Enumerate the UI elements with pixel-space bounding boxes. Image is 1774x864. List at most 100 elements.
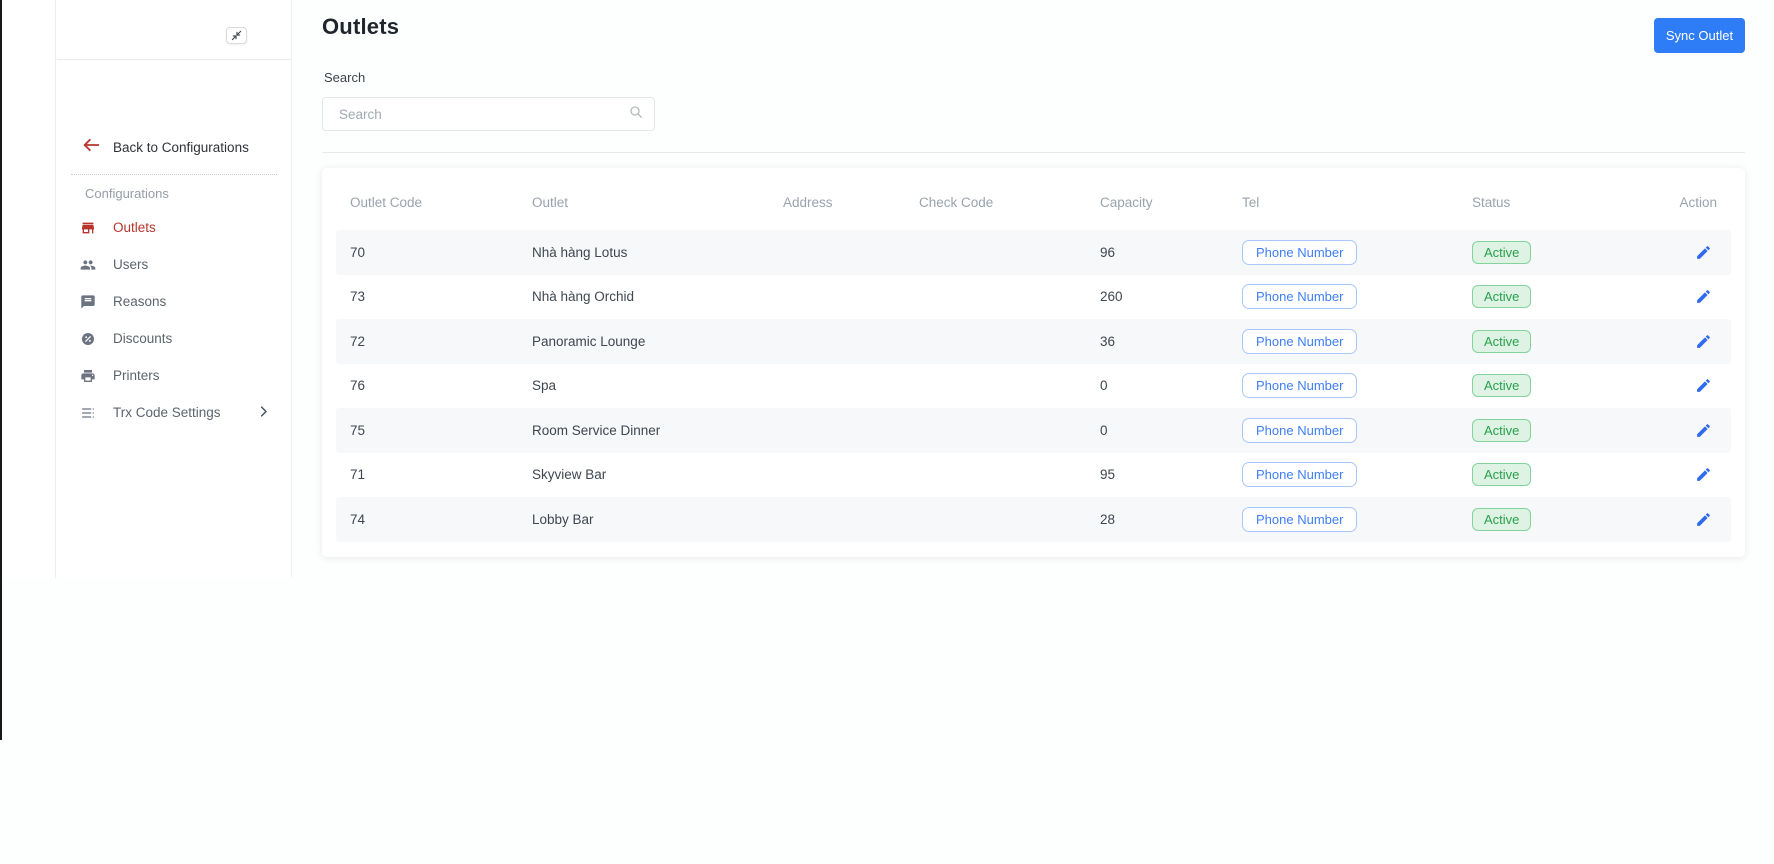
cell-outlet-code: 74 bbox=[336, 512, 518, 527]
cell-tel: Phone Number bbox=[1228, 507, 1458, 532]
sidebar-nav: Outlets Users Reasons Discounts bbox=[57, 209, 291, 431]
search-box bbox=[322, 97, 655, 131]
cell-tel: Phone Number bbox=[1228, 329, 1458, 354]
chevron-right-icon bbox=[256, 404, 271, 422]
cell-action bbox=[1661, 511, 1731, 528]
back-to-configurations-link[interactable]: Back to Configurations bbox=[57, 132, 291, 162]
pencil-icon bbox=[1695, 422, 1712, 439]
discount-icon bbox=[80, 331, 96, 347]
pencil-icon bbox=[1695, 244, 1712, 261]
pencil-icon bbox=[1695, 377, 1712, 394]
table-row: 70 Nhà hàng Lotus 96 Phone Number Active bbox=[336, 230, 1731, 275]
table-row: 74 Lobby Bar 28 Phone Number Active bbox=[336, 497, 1731, 542]
cell-status: Active bbox=[1458, 419, 1661, 442]
main-content: Outlets Sync Outlet Search Outlet Code O… bbox=[322, 0, 1745, 864]
edit-button[interactable] bbox=[1695, 333, 1712, 350]
phone-number-button[interactable]: Phone Number bbox=[1242, 462, 1357, 487]
table-row: 76 Spa 0 Phone Number Active bbox=[336, 364, 1731, 409]
pencil-icon bbox=[1695, 511, 1712, 528]
status-badge: Active bbox=[1472, 374, 1531, 397]
column-header-check-code: Check Code bbox=[905, 195, 1086, 210]
column-header-outlet: Outlet bbox=[518, 195, 769, 210]
table-row: 75 Room Service Dinner 0 Phone Number Ac… bbox=[336, 408, 1731, 453]
edit-button[interactable] bbox=[1695, 511, 1712, 528]
sidebar-item-printers[interactable]: Printers bbox=[57, 357, 291, 394]
phone-number-button[interactable]: Phone Number bbox=[1242, 240, 1357, 265]
search-icon bbox=[628, 104, 644, 125]
collapse-icon bbox=[230, 30, 243, 41]
sidebar-item-discounts[interactable]: Discounts bbox=[57, 320, 291, 357]
cell-outlet-code: 76 bbox=[336, 378, 518, 393]
printer-icon bbox=[80, 368, 96, 384]
table-body: 70 Nhà hàng Lotus 96 Phone Number Active… bbox=[336, 230, 1731, 542]
cell-action bbox=[1661, 422, 1731, 439]
content-divider bbox=[322, 152, 1745, 153]
list-icon bbox=[80, 405, 96, 421]
phone-number-button[interactable]: Phone Number bbox=[1242, 418, 1357, 443]
phone-number-button[interactable]: Phone Number bbox=[1242, 284, 1357, 309]
edit-button[interactable] bbox=[1695, 244, 1712, 261]
sidebar-item-label: Outlets bbox=[113, 220, 156, 235]
sidebar-section-label: Configurations bbox=[57, 175, 291, 201]
table-row: 73 Nhà hàng Orchid 260 Phone Number Acti… bbox=[336, 275, 1731, 320]
search-label: Search bbox=[324, 70, 365, 85]
store-icon bbox=[80, 220, 96, 236]
table-header-row: Outlet Code Outlet Address Check Code Ca… bbox=[336, 174, 1731, 230]
cell-tel: Phone Number bbox=[1228, 418, 1458, 443]
cell-capacity: 260 bbox=[1086, 289, 1228, 304]
edit-button[interactable] bbox=[1695, 422, 1712, 439]
edit-button[interactable] bbox=[1695, 288, 1712, 305]
cell-outlet-code: 70 bbox=[336, 245, 518, 260]
status-badge: Active bbox=[1472, 508, 1531, 531]
cell-tel: Phone Number bbox=[1228, 373, 1458, 398]
cell-action bbox=[1661, 244, 1731, 261]
table-row: 71 Skyview Bar 95 Phone Number Active bbox=[336, 453, 1731, 498]
edit-button[interactable] bbox=[1695, 377, 1712, 394]
cell-outlet: Lobby Bar bbox=[518, 512, 769, 527]
pencil-icon bbox=[1695, 333, 1712, 350]
app-window: Back to Configurations Configurations Ou… bbox=[0, 0, 1774, 864]
cell-status: Active bbox=[1458, 241, 1661, 264]
left-strip bbox=[2, 0, 56, 578]
column-header-outlet-code: Outlet Code bbox=[336, 195, 518, 210]
sidebar-item-users[interactable]: Users bbox=[57, 246, 291, 283]
cell-outlet: Panoramic Lounge bbox=[518, 334, 769, 349]
sidebar-item-trx-code-settings[interactable]: Trx Code Settings bbox=[57, 394, 291, 431]
cell-capacity: 36 bbox=[1086, 334, 1228, 349]
status-badge: Active bbox=[1472, 330, 1531, 353]
cell-tel: Phone Number bbox=[1228, 284, 1458, 309]
cell-tel: Phone Number bbox=[1228, 240, 1458, 265]
sync-outlet-button[interactable]: Sync Outlet bbox=[1654, 18, 1745, 53]
sidebar-item-label: Printers bbox=[113, 368, 160, 383]
phone-number-button[interactable]: Phone Number bbox=[1242, 507, 1357, 532]
cell-capacity: 0 bbox=[1086, 378, 1228, 393]
column-header-tel: Tel bbox=[1228, 195, 1458, 210]
cell-capacity: 96 bbox=[1086, 245, 1228, 260]
status-badge: Active bbox=[1472, 463, 1531, 486]
cell-action bbox=[1661, 466, 1731, 483]
back-label: Back to Configurations bbox=[113, 140, 249, 155]
sidebar-item-label: Discounts bbox=[113, 331, 172, 346]
cell-status: Active bbox=[1458, 508, 1661, 531]
phone-number-button[interactable]: Phone Number bbox=[1242, 373, 1357, 398]
sidebar-item-reasons[interactable]: Reasons bbox=[57, 283, 291, 320]
cell-action bbox=[1661, 377, 1731, 394]
sidebar-item-label: Users bbox=[113, 257, 148, 272]
cell-outlet-code: 71 bbox=[336, 467, 518, 482]
cell-outlet-code: 72 bbox=[336, 334, 518, 349]
edit-button[interactable] bbox=[1695, 466, 1712, 483]
status-badge: Active bbox=[1472, 419, 1531, 442]
cell-status: Active bbox=[1458, 374, 1661, 397]
cell-status: Active bbox=[1458, 463, 1661, 486]
cell-outlet-code: 75 bbox=[336, 423, 518, 438]
sidebar-item-outlets[interactable]: Outlets bbox=[57, 209, 291, 246]
column-header-capacity: Capacity bbox=[1086, 195, 1228, 210]
cell-outlet: Skyview Bar bbox=[518, 467, 769, 482]
cell-tel: Phone Number bbox=[1228, 462, 1458, 487]
cell-status: Active bbox=[1458, 330, 1661, 353]
status-badge: Active bbox=[1472, 241, 1531, 264]
phone-number-button[interactable]: Phone Number bbox=[1242, 329, 1357, 354]
search-input[interactable] bbox=[339, 107, 628, 122]
pencil-icon bbox=[1695, 466, 1712, 483]
sidebar-collapse-button[interactable] bbox=[226, 27, 247, 44]
